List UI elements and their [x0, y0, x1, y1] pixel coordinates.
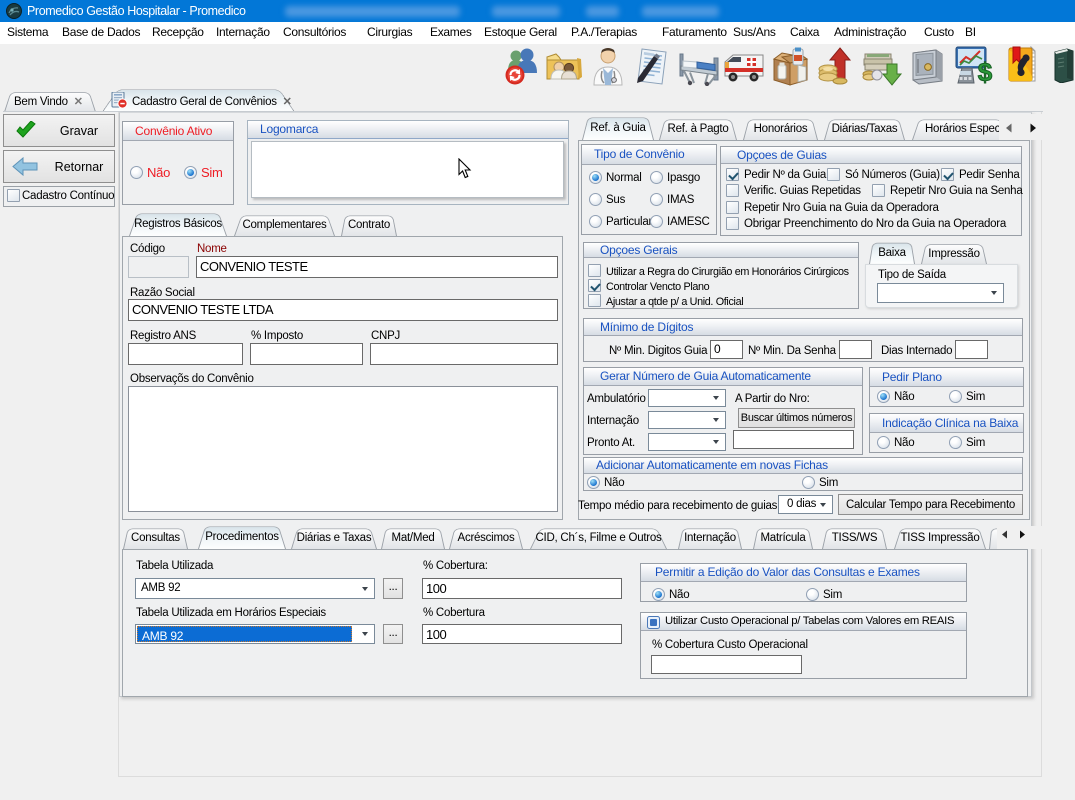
svg-text:$: $ — [978, 57, 993, 86]
